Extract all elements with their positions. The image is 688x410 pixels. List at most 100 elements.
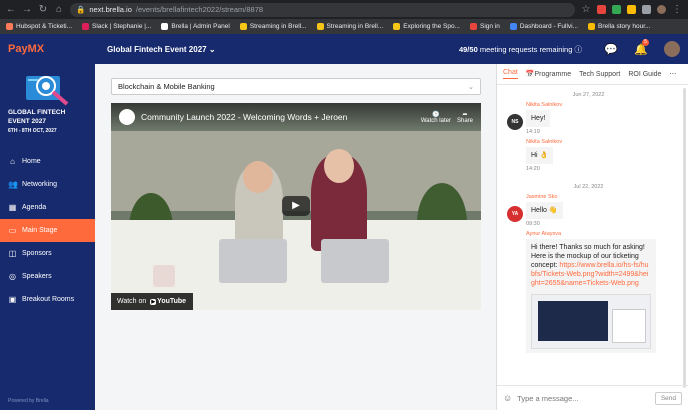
mockup-image [612,309,646,343]
watch-later-button[interactable]: 🕒 Watch later [421,111,451,124]
app-header: PayMX Global Fintech Event 2027 ⌄ 49/50 … [0,34,688,64]
url-host: next.brella.io [89,5,132,14]
sidebar: GLOBAL FINTECH EVENT 2027 6TH - 8TH OCT,… [0,64,95,410]
message-sender[interactable]: Aynur Ataysva [526,231,680,237]
watch-on-youtube-button[interactable]: Watch on ▶ YouTube [111,293,193,310]
lock-icon: 🔒 [76,5,86,14]
bell-icon[interactable]: 🔔 5 [626,38,656,56]
sidebar-item-main-stage[interactable]: ▭ Main Stage [0,219,95,242]
programme-icon: 📅 [525,71,535,78]
chat-bubbles-icon[interactable]: 💬 [596,43,626,56]
bookmark[interactable]: Brella | Admin Panel [161,23,230,30]
tab-programme[interactable]: 📅Programme [526,70,571,78]
calendar-icon: ▦ [8,203,17,212]
chat-message: NS Nikita Salnikov Hey! 14:19 [497,102,680,135]
forward-icon[interactable]: → [22,4,32,15]
event-art-icon [26,76,69,106]
speaker-face-image [243,161,273,193]
bookmark[interactable]: Slack | Stephanie |... [82,23,151,30]
stage-dropdown-value: Blockchain & Mobile Banking [118,82,215,91]
date-separator: Jul 22, 2022 [573,184,604,190]
extension-icon[interactable] [597,5,606,14]
bookmark[interactable]: Streaming in Brell... [316,23,383,30]
sidebar-item-breakout-rooms[interactable]: ▣ Breakout Rooms [0,288,95,311]
meeting-requests: 49/50 meeting requests remaining ⓘ [459,44,582,55]
bookmark[interactable]: Hubspot & Ticketi... [6,23,72,30]
tab-chat[interactable]: Chat [503,69,518,79]
chat-scrollbar[interactable] [683,88,686,388]
share-icon: ➦ [462,111,468,118]
bookmark[interactable]: Sign in [469,23,500,30]
extension-icon[interactable] [627,5,636,14]
app-logo[interactable]: PayMX [0,43,95,55]
rooms-icon: ▣ [8,295,17,304]
video-header: Community Launch 2022 - Welcoming Words … [111,103,481,131]
browser-toolbar: ← → ↻ ⌂ 🔒 next.brella.io/events/brellafi… [0,0,688,19]
puzzle-icon[interactable] [642,5,651,14]
star-icon[interactable]: ☆ [581,4,591,15]
video-title[interactable]: Community Launch 2022 - Welcoming Words … [141,112,415,122]
sidebar-item-agenda[interactable]: ▦ Agenda [0,196,95,219]
url-path: /events/brellafintech2022/stream/8878 [135,5,264,14]
tab-tech-support[interactable]: Tech Support [579,71,620,78]
event-selector[interactable]: Global Fintech Event 2027 ⌄ [95,45,459,54]
message-time: 14:19 [526,129,540,135]
powered-by: Powered by Brella [8,398,49,404]
sidebar-item-speakers[interactable]: ◎ Speakers [0,265,95,288]
video-player[interactable]: Community Launch 2022 - Welcoming Words … [111,103,481,310]
bookmark[interactable]: Exploring the Spo... [393,23,460,30]
address-bar[interactable]: 🔒 next.brella.io/events/brellafintech202… [70,2,575,17]
message-sender[interactable]: Nikita Salnikov [526,102,680,108]
emoji-icon[interactable]: ☺ [503,393,512,403]
kebab-icon[interactable]: ⋮ [672,4,682,15]
sidebar-item-home[interactable]: ⌂ Home [0,150,95,173]
mug-image [153,265,175,287]
bookmark[interactable]: Dashboard - Fullvi... [509,23,578,30]
message-text: Hello 👋 [526,202,563,219]
avatar[interactable] [664,41,680,57]
sidebar-item-label: Agenda [22,204,47,211]
laptop-image [321,239,389,283]
send-button[interactable]: Send [654,391,682,405]
speaker-face-image [324,149,354,183]
youtube-logo: ▶ YouTube [150,298,187,305]
message-text: Hey! [526,110,551,127]
message-sender[interactable]: Jasmine Sko [526,194,680,200]
sidebar-event-date: 6TH - 8TH OCT, 2027 [8,128,57,134]
speakers-icon: ◎ [9,272,16,281]
chat-message: Nikita Salnikov Hi 👌 14:20 [497,139,680,172]
share-button[interactable]: ➦ Share [457,111,473,124]
sidebar-item-networking[interactable]: 👥 Networking [0,173,95,196]
message-sender[interactable]: Nikita Salnikov [526,139,680,145]
meeting-label: meeting requests remaining [479,44,573,54]
bookmark[interactable]: Streaming in Brell... [239,23,307,30]
youtube-play-icon: ▶ [150,299,157,305]
attachment-image[interactable] [531,294,651,349]
notification-badge: 5 [642,38,649,46]
message-time: 09:30 [526,221,540,227]
play-button[interactable]: ▶ [282,196,310,216]
info-icon[interactable]: ⓘ [575,45,583,54]
sidebar-nav: ⌂ Home 👥 Networking ▦ Agenda ▭ Main Stage ◫ S… [0,150,95,311]
mockup-image [538,301,608,341]
message-list: Jun 27, 2022 NS Nikita Salnikov Hey! 14:… [497,86,680,384]
stage-icon: ▭ [8,226,17,235]
back-icon[interactable]: ← [6,4,16,15]
reload-icon[interactable]: ↻ [38,4,48,15]
sponsors-icon: ◫ [8,249,17,258]
more-icon[interactable]: ⋯ [669,70,676,78]
sidebar-item-sponsors[interactable]: ◫ Sponsors [0,242,95,265]
home-browser-icon[interactable]: ⌂ [54,4,64,15]
channel-logo-icon[interactable] [119,109,135,125]
profile-icon[interactable] [657,5,666,14]
avatar[interactable]: NS [507,114,523,130]
avatar[interactable]: YA [507,206,523,222]
message-input[interactable] [517,393,650,403]
extension-icon[interactable] [612,5,621,14]
bookmark[interactable]: Brella story hour... [588,23,650,30]
chevron-down-icon: ⌄ [467,82,474,91]
message-composer: ☺ Send [497,385,688,410]
stage-dropdown[interactable]: Blockchain & Mobile Banking ⌄ [111,78,481,95]
tab-roi-guide[interactable]: ROI Guide [628,71,661,78]
sidebar-item-label: Main Stage [22,227,58,234]
